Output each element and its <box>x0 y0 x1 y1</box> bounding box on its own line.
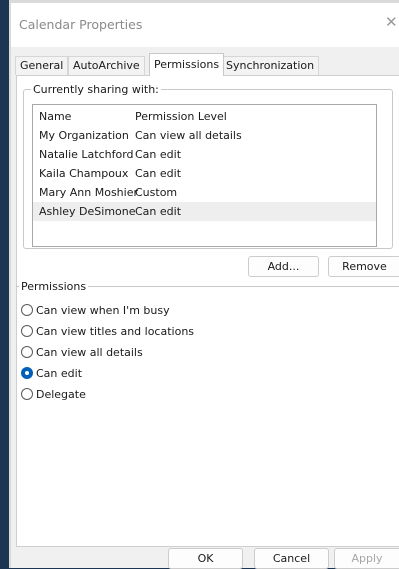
list-item-permission: Can edit <box>135 167 182 180</box>
sharing-list[interactable]: Name Permission Level My Organization Ca… <box>32 104 377 247</box>
list-item[interactable]: My Organization Can view all details <box>33 126 376 145</box>
column-header-permission-level[interactable]: Permission Level <box>135 107 227 126</box>
permissions-tab-panel: Currently sharing with: Name Permission … <box>16 75 399 547</box>
remove-button[interactable]: Remove <box>328 256 399 277</box>
radio-label: Can view titles and locations <box>36 325 195 338</box>
window-frame: Calendar Properties ✕ General AutoArchiv… <box>9 0 399 569</box>
list-item-permission: Can view all details <box>135 129 242 142</box>
cancel-button[interactable]: Cancel <box>254 548 329 569</box>
permissions-group: Permissions Can view when I'm busy Can v… <box>16 280 399 407</box>
list-item-name: Kaila Champoux <box>39 167 129 180</box>
tab-general[interactable]: General <box>15 56 69 75</box>
list-item-permission: Custom <box>135 186 178 199</box>
column-header-name[interactable]: Name <box>39 107 71 126</box>
radio-button-icon[interactable] <box>21 388 33 400</box>
list-header: Name Permission Level <box>33 107 376 126</box>
ok-button[interactable]: OK <box>168 548 243 569</box>
tab-permissions[interactable]: Permissions <box>149 53 225 76</box>
radio-button-icon[interactable] <box>21 325 33 337</box>
list-item[interactable]: Mary Ann Moshier Custom <box>33 183 376 202</box>
tab-autoarchive[interactable]: AutoArchive <box>68 56 145 75</box>
list-item-name: My Organization <box>39 129 129 142</box>
radio-label: Can edit <box>36 367 83 380</box>
sharing-group-legend: Currently sharing with: <box>31 83 161 96</box>
list-item-name: Mary Ann Moshier <box>39 186 138 199</box>
close-icon[interactable]: ✕ <box>385 13 399 33</box>
radio-button-icon[interactable] <box>21 304 33 316</box>
list-item-selected[interactable]: Ashley DeSimone Can edit <box>33 202 376 221</box>
list-item-permission: Can edit <box>135 205 182 218</box>
permissions-group-legend: Permissions <box>19 280 89 293</box>
list-item-name: Ashley DeSimone <box>39 205 136 218</box>
list-item[interactable]: Natalie Latchford Can edit <box>33 145 376 164</box>
add-button[interactable]: Add... <box>248 256 319 277</box>
list-item[interactable]: Kaila Champoux Can edit <box>33 164 376 183</box>
title-bar: Calendar Properties ✕ <box>11 3 399 47</box>
list-item-permission: Can edit <box>135 148 182 161</box>
dialog-title: Calendar Properties <box>19 17 143 32</box>
radio-label: Can view all details <box>36 346 143 359</box>
radio-button-icon[interactable] <box>21 346 33 358</box>
list-item-name: Natalie Latchford <box>39 148 134 161</box>
tab-strip: General AutoArchive Permissions Synchron… <box>11 50 399 76</box>
apply-button[interactable]: Apply <box>334 548 399 569</box>
radio-label: Can view when I'm busy <box>36 304 170 317</box>
calendar-properties-dialog: Calendar Properties ✕ General AutoArchiv… <box>11 3 399 569</box>
sharing-group: Currently sharing with: Name Permission … <box>23 83 393 249</box>
tab-synchronization[interactable]: Synchronization <box>221 56 320 75</box>
radio-label: Delegate <box>36 388 86 401</box>
radio-button-checked-icon[interactable] <box>21 367 33 379</box>
